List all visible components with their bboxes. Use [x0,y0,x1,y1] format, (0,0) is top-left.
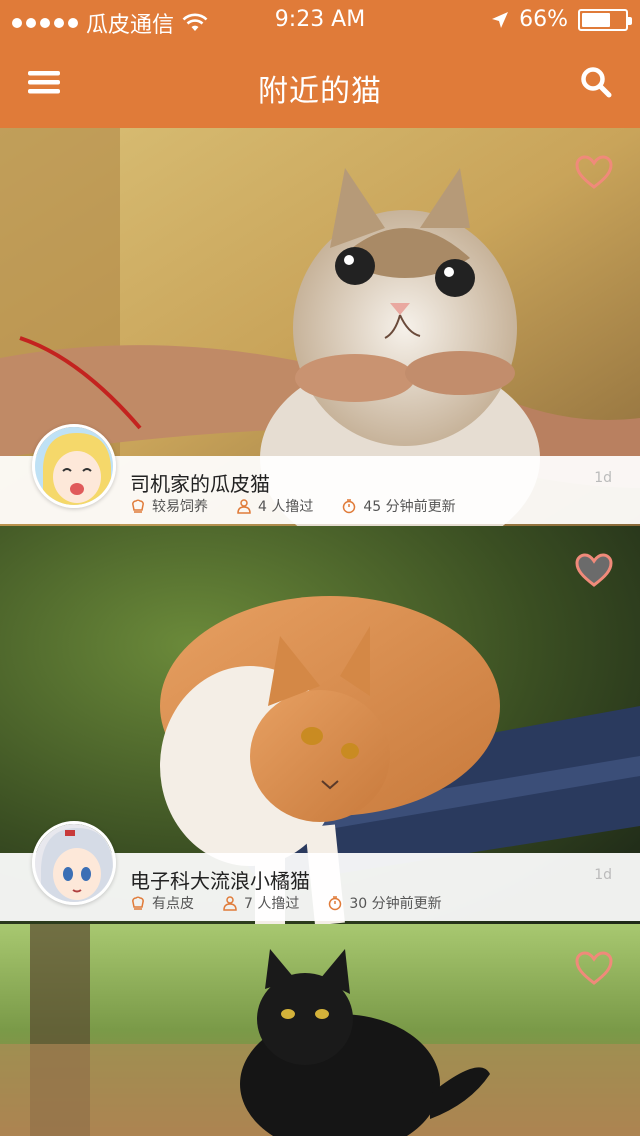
card-title: 司机家的瓜皮猫 [130,472,270,496]
meta-temperament: 较易饲养 [130,496,208,516]
meta-temperament-text: 有点皮 [152,896,194,912]
battery-icon [578,8,632,31]
card-meta: 较易饲养 4 人撸过 45 分钟前更新 [130,496,456,516]
meta-updated-text: 30 分钟前更新 [349,896,442,912]
status-right: 66% [491,7,632,32]
card-age: 1d [594,867,612,883]
meta-petted-text: 7 人撸过 [244,896,300,912]
chef-hat-icon [132,499,144,513]
status-bar: 瓜皮通信 9:23 AM 66% [0,0,640,40]
stopwatch-icon [343,499,356,514]
battery-percent: 66% [519,7,568,32]
cat-card[interactable]: 电子科大流浪小橘猫 1d 有点皮 7 人撸过 30 分钟前更新 [0,526,640,924]
avatar[interactable] [32,424,116,508]
meta-petted: 7 人撸过 [222,893,299,913]
meta-updated-text: 45 分钟前更新 [363,499,456,515]
location-arrow-icon [492,11,509,28]
avatar[interactable] [32,821,116,905]
meta-temperament-text: 较易饲养 [152,499,208,515]
card-title: 电子科大流浪小橘猫 [130,869,310,893]
meta-updated: 30 分钟前更新 [327,893,442,913]
card-age: 1d [594,470,612,486]
favorite-button[interactable] [574,950,614,986]
meta-temperament: 有点皮 [130,893,194,913]
favorite-button[interactable] [574,154,614,190]
meta-updated: 45 分钟前更新 [341,496,456,516]
cat-list: 司机家的瓜皮猫 1d 较易饲养 4 人撸过 45 分钟前更新 电子科大流浪小橘猫… [0,128,640,1136]
card-meta: 有点皮 7 人撸过 30 分钟前更新 [130,893,442,913]
heart-filled-icon [575,553,613,587]
search-icon [581,67,612,98]
cat-photo-image [0,924,640,1136]
cat-card[interactable] [0,924,640,1136]
person-icon [237,499,251,514]
heart-outline-icon [575,155,613,189]
page-title: 附近的猫 [258,74,382,109]
heart-outline-icon [575,951,613,985]
stopwatch-icon [329,896,342,911]
favorite-button[interactable] [574,552,614,588]
search-button[interactable] [576,62,616,102]
chef-hat-icon [132,896,144,910]
cat-card[interactable]: 司机家的瓜皮猫 1d 较易饲养 4 人撸过 45 分钟前更新 [0,128,640,526]
app-header: 瓜皮通信 9:23 AM 66% 附近的猫 [0,0,640,128]
meta-petted-text: 4 人撸过 [258,499,314,515]
person-icon [223,896,237,911]
meta-petted: 4 人撸过 [236,496,313,516]
nav-bar: 附近的猫 [0,40,640,128]
